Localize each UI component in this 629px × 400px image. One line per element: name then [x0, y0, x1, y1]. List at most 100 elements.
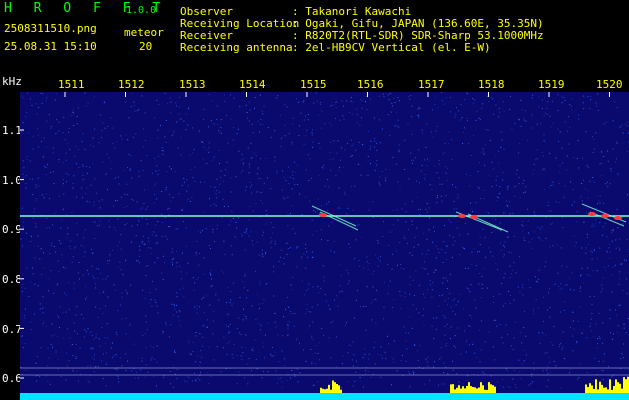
noise-pixel	[143, 243, 145, 245]
noise-pixel	[197, 355, 199, 357]
x-tick-label: 1518	[478, 78, 505, 91]
noise-pixel	[505, 324, 507, 326]
noise-pixel	[321, 110, 323, 112]
noise-pixel	[195, 335, 197, 337]
noise-pixel	[43, 267, 45, 269]
noise-pixel	[578, 118, 580, 120]
noise-pixel	[612, 333, 614, 335]
noise-pixel	[94, 354, 95, 356]
noise-pixel	[541, 152, 543, 153]
noise-pixel	[424, 178, 426, 180]
noise-pixel	[283, 196, 284, 198]
noise-pixel	[308, 311, 310, 313]
noise-pixel	[587, 197, 589, 199]
noise-pixel	[248, 235, 250, 237]
noise-pixel	[495, 263, 497, 265]
noise-pixel	[368, 263, 370, 264]
noise-pixel	[272, 232, 274, 234]
noise-pixel	[265, 158, 267, 159]
noise-pixel	[290, 247, 291, 249]
noise-pixel	[311, 362, 313, 364]
noise-pixel	[271, 355, 273, 357]
noise-pixel	[156, 361, 158, 363]
noise-pixel	[335, 295, 337, 297]
noise-pixel	[350, 97, 352, 98]
noise-pixel	[143, 202, 145, 204]
noise-pixel	[262, 342, 264, 344]
noise-pixel	[619, 249, 621, 251]
noise-pixel	[356, 113, 358, 115]
noise-pixel	[62, 132, 64, 134]
noise-pixel	[377, 353, 379, 355]
noise-pixel	[219, 183, 221, 185]
noise-pixel	[242, 281, 244, 283]
noise-pixel	[592, 270, 594, 272]
noise-pixel	[86, 166, 87, 167]
noise-pixel	[424, 268, 426, 270]
noise-pixel	[366, 261, 368, 263]
noise-pixel	[107, 296, 109, 298]
noise-pixel	[208, 151, 210, 153]
noise-pixel	[263, 105, 265, 107]
noise-pixel	[92, 221, 94, 223]
noise-pixel	[246, 117, 248, 119]
noise-pixel	[387, 263, 389, 265]
noise-pixel	[142, 170, 144, 171]
signal-peak	[615, 379, 617, 393]
noise-pixel	[439, 358, 441, 360]
noise-pixel	[201, 356, 203, 358]
noise-pixel	[441, 201, 443, 203]
noise-pixel	[245, 230, 247, 232]
noise-pixel	[184, 181, 185, 183]
noise-pixel	[615, 309, 616, 311]
noise-pixel	[397, 181, 399, 183]
noise-pixel	[246, 112, 248, 113]
noise-pixel	[67, 227, 69, 229]
noise-pixel	[418, 284, 420, 286]
noise-pixel	[278, 361, 280, 363]
noise-pixel	[25, 116, 27, 118]
noise-pixel	[49, 172, 51, 174]
noise-pixel	[550, 341, 552, 343]
noise-pixel	[91, 356, 93, 358]
noise-pixel	[596, 105, 598, 107]
noise-pixel	[424, 159, 426, 161]
noise-pixel	[523, 118, 525, 120]
noise-pixel	[491, 231, 493, 233]
noise-pixel	[45, 325, 47, 327]
noise-pixel	[312, 146, 314, 148]
noise-pixel	[263, 183, 265, 185]
noise-pixel	[498, 193, 500, 195]
noise-pixel	[76, 115, 78, 117]
noise-pixel	[155, 224, 157, 226]
noise-pixel	[262, 124, 264, 126]
noise-pixel	[198, 264, 200, 266]
noise-pixel	[287, 166, 289, 168]
noise-pixel	[311, 234, 313, 236]
noise-pixel	[58, 327, 60, 328]
noise-pixel	[291, 143, 293, 145]
noise-pixel	[470, 155, 472, 156]
noise-pixel	[120, 304, 122, 306]
noise-pixel	[408, 96, 410, 97]
noise-pixel	[545, 261, 547, 263]
noise-pixel	[462, 383, 464, 385]
noise-pixel	[543, 140, 545, 142]
noise-pixel	[572, 311, 574, 313]
noise-pixel	[615, 161, 617, 163]
noise-pixel	[86, 172, 88, 174]
noise-pixel	[370, 98, 371, 100]
noise-pixel	[48, 114, 50, 116]
noise-pixel	[609, 318, 611, 320]
noise-pixel	[518, 177, 520, 179]
noise-pixel	[580, 195, 582, 197]
noise-pixel	[35, 223, 36, 225]
noise-pixel	[330, 141, 332, 143]
noise-pixel	[535, 276, 536, 278]
noise-pixel	[606, 181, 608, 183]
noise-pixel	[502, 342, 504, 344]
noise-pixel	[180, 118, 182, 120]
noise-pixel	[480, 198, 482, 199]
noise-pixel	[393, 97, 395, 99]
noise-pixel	[531, 238, 533, 240]
